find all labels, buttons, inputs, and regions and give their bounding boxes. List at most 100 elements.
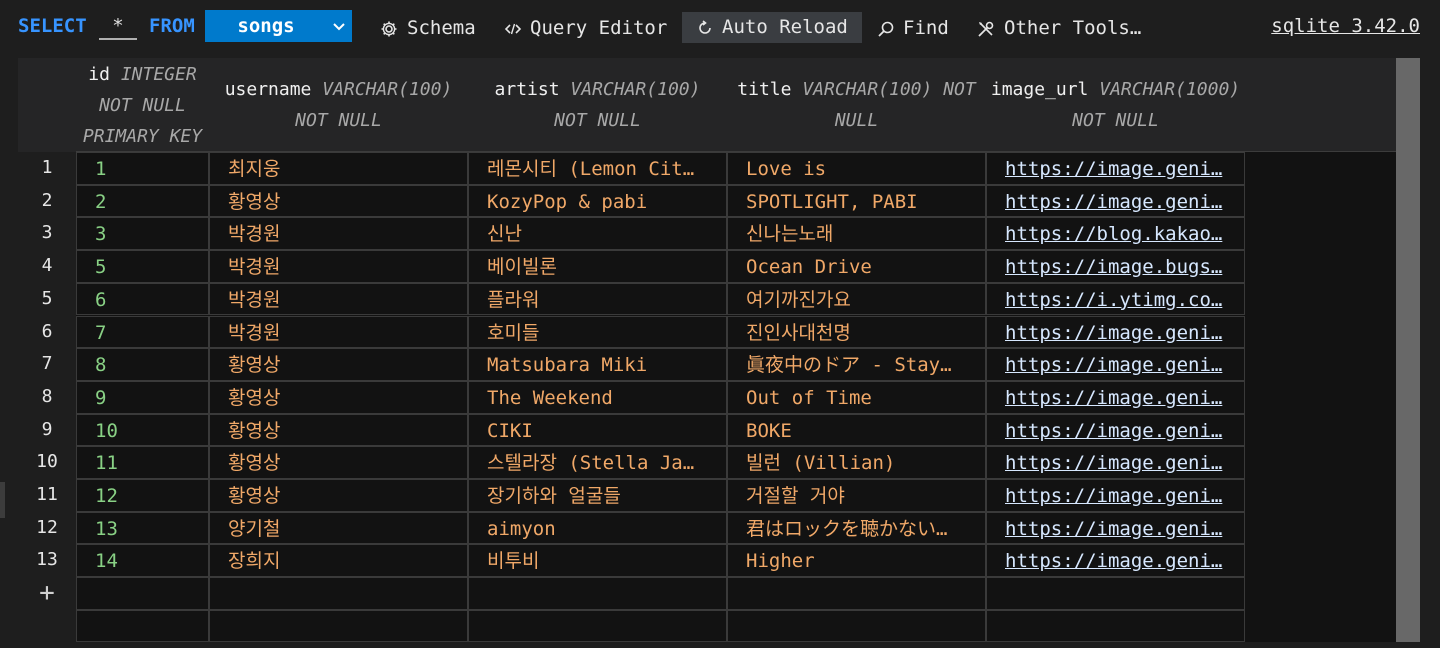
cell-username[interactable]: 최지웅 <box>209 152 468 185</box>
cell-title[interactable]: Higher <box>727 544 986 578</box>
cell-title[interactable]: 진인사대천명 <box>727 315 986 349</box>
column-header-title[interactable]: title VARCHAR(100) NOT NULL <box>727 58 986 152</box>
cell-username[interactable]: 박경원 <box>209 315 468 349</box>
cell-title[interactable]: 신나는노래 <box>727 217 986 251</box>
cell-artist[interactable]: 레몬시티 (Lemon Cit… <box>468 152 727 185</box>
cell-artist[interactable]: 비투비 <box>468 544 727 578</box>
cell-artist[interactable]: 스텔라장 (Stella Ja… <box>468 446 727 479</box>
cell-title[interactable]: 빌런 (Villian) <box>727 446 986 479</box>
cell-title[interactable]: 眞夜中のドア - Stay… <box>727 348 986 381</box>
other-tools-button[interactable]: Other Tools… <box>977 12 1147 44</box>
cell-artist[interactable]: The Weekend <box>468 380 727 414</box>
empty-cell[interactable] <box>468 609 727 642</box>
cell-title[interactable]: BOKE <box>727 413 986 447</box>
cell-id[interactable]: 9 <box>76 380 209 414</box>
cell-id[interactable]: 2 <box>76 184 209 218</box>
cell-username[interactable]: 양기철 <box>209 511 468 545</box>
cell-title[interactable]: 여기까진가요 <box>727 282 986 316</box>
cell-image-url[interactable]: https://image.geni… <box>986 348 1245 381</box>
sqlite-version-link[interactable]: sqlite 3.42.0 <box>1271 10 1420 42</box>
empty-cell[interactable] <box>76 577 209 610</box>
cell-username[interactable]: 황영상 <box>209 348 468 381</box>
cell-artist[interactable]: Matsubara Miki <box>468 348 727 381</box>
cell-id[interactable]: 11 <box>76 446 209 479</box>
cell-id[interactable]: 5 <box>76 250 209 283</box>
cell-username[interactable]: 박경원 <box>209 217 468 251</box>
cell-image-url[interactable]: https://image.geni… <box>986 315 1245 349</box>
cell-image-url[interactable]: https://blog.kakao… <box>986 217 1245 251</box>
column-header-username[interactable]: username VARCHAR(100) NOT NULL <box>209 58 468 152</box>
cell-username[interactable]: 황영상 <box>209 413 468 447</box>
cell-id[interactable]: 1 <box>76 152 209 185</box>
cell-id[interactable]: 7 <box>76 315 209 349</box>
cell-id[interactable]: 3 <box>76 217 209 251</box>
empty-cell[interactable] <box>468 577 727 610</box>
cell-artist[interactable]: 베이빌론 <box>468 250 727 283</box>
schema-label: Schema <box>407 17 476 39</box>
cell-image-url[interactable]: https://image.geni… <box>986 544 1245 578</box>
cell-artist[interactable]: 신난 <box>468 217 727 251</box>
vertical-scrollbar-thumb[interactable] <box>1396 58 1420 642</box>
cell-id[interactable]: 8 <box>76 348 209 381</box>
column-header-id[interactable]: id INTEGER NOT NULL PRIMARY KEY <box>76 58 209 152</box>
column-selector-input[interactable]: * <box>99 12 137 40</box>
cell-username[interactable]: 황영상 <box>209 479 468 512</box>
column-type: NOT NULL <box>99 94 186 116</box>
column-type: VARCHAR(100) NOT <box>802 79 976 100</box>
cell-artist[interactable]: 장기하와 얼굴들 <box>468 479 727 512</box>
empty-cell[interactable] <box>727 609 986 642</box>
cell-id[interactable]: 14 <box>76 544 209 578</box>
cell-artist[interactable]: aimyon <box>468 511 727 545</box>
cell-image-url[interactable]: https://image.geni… <box>986 413 1245 447</box>
cell-id[interactable]: 13 <box>76 511 209 545</box>
cell-username[interactable]: 황영상 <box>209 446 468 479</box>
cell-image-url[interactable]: https://image.geni… <box>986 152 1245 185</box>
empty-cell[interactable] <box>209 609 468 642</box>
empty-cell[interactable] <box>986 609 1245 642</box>
empty-cell[interactable] <box>727 577 986 610</box>
column-type: NULL <box>834 110 879 131</box>
cell-username[interactable]: 박경원 <box>209 250 468 283</box>
cell-image-url[interactable]: https://image.bugs… <box>986 250 1245 283</box>
cell-id[interactable]: 10 <box>76 413 209 447</box>
cell-title[interactable]: Out of Time <box>727 380 986 414</box>
auto-reload-button[interactable]: Auto Reload <box>682 12 862 43</box>
row-number: 9 <box>41 418 53 440</box>
empty-cell[interactable] <box>986 577 1245 610</box>
cell-username[interactable]: 박경원 <box>209 282 468 316</box>
cell-title[interactable]: Ocean Drive <box>727 250 986 283</box>
empty-cell[interactable] <box>76 609 209 642</box>
cell-artist[interactable]: 플라워 <box>468 282 727 316</box>
cell-username[interactable]: 장희지 <box>209 544 468 578</box>
schema-button[interactable]: Schema <box>380 12 480 44</box>
cell-image-url[interactable]: https://image.geni… <box>986 184 1245 218</box>
empty-cell[interactable] <box>209 577 468 610</box>
cell-artist[interactable]: KozyPop & pabi <box>468 184 727 218</box>
row-number: 4 <box>41 255 53 277</box>
column-header-artist[interactable]: artist VARCHAR(100) NOT NULL <box>468 58 727 152</box>
find-label: Find <box>903 17 949 39</box>
cell-title[interactable]: SPOTLIGHT, PABI <box>727 184 986 218</box>
cell-id[interactable]: 12 <box>76 479 209 512</box>
cell-artist[interactable]: 호미들 <box>468 315 727 349</box>
cell-image-url[interactable]: https://image.geni… <box>986 511 1245 545</box>
cell-title[interactable]: Love is <box>727 152 986 185</box>
add-row-icon[interactable]: + <box>18 577 76 609</box>
cell-image-url[interactable]: https://i.ytimg.co… <box>986 282 1245 316</box>
find-button[interactable]: Find <box>877 12 957 44</box>
query-editor-button[interactable]: Query Editor <box>504 12 674 44</box>
cell-username[interactable]: 황영상 <box>209 380 468 414</box>
column-type: INTEGER <box>120 63 197 85</box>
cell-title[interactable]: 君はロックを聴かない… <box>727 511 986 545</box>
cell-image-url[interactable]: https://image.geni… <box>986 446 1245 479</box>
cell-username[interactable]: 황영상 <box>209 184 468 218</box>
column-header-image-url[interactable]: image_url VARCHAR(1000) NOT NULL <box>986 58 1245 152</box>
cell-title[interactable]: 거절할 거야 <box>727 479 986 512</box>
cell-image-url[interactable]: https://image.geni… <box>986 479 1245 512</box>
row-number: 1 <box>41 157 53 178</box>
vertical-scrollbar-track[interactable] <box>1396 58 1420 642</box>
table-select-dropdown[interactable]: songs <box>205 10 352 42</box>
cell-image-url[interactable]: https://image.geni… <box>986 380 1245 414</box>
cell-id[interactable]: 6 <box>76 282 209 316</box>
cell-artist[interactable]: CIKI <box>468 413 727 447</box>
